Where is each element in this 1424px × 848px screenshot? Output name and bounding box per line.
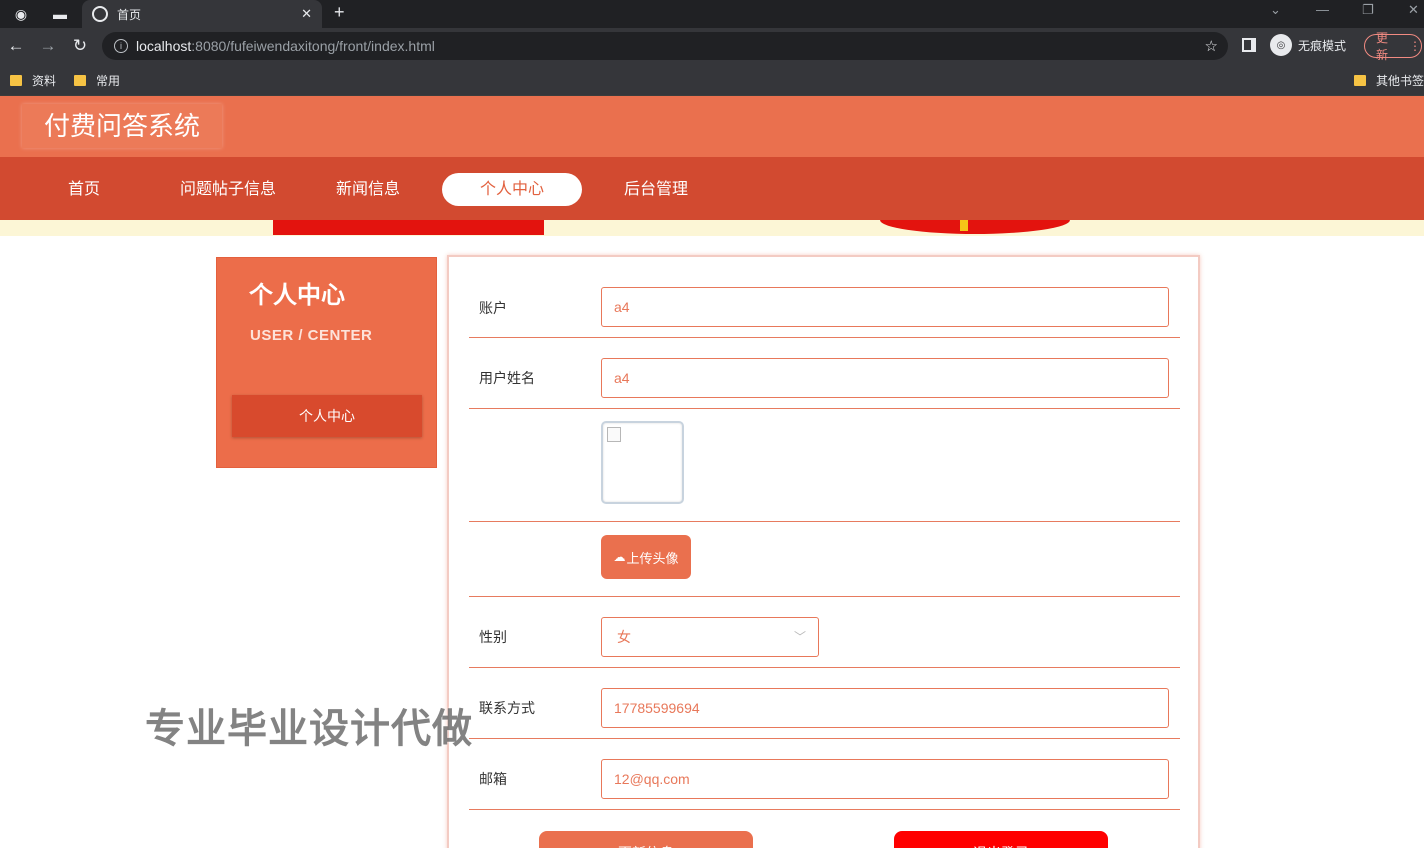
- new-tab-icon[interactable]: +: [334, 2, 345, 23]
- avatar: [601, 421, 684, 504]
- nav-item-news[interactable]: 新闻信息: [318, 173, 418, 206]
- update-button[interactable]: 更新 ⋮: [1364, 31, 1422, 62]
- nav-item-admin[interactable]: 后台管理: [606, 173, 706, 206]
- chevron-down-icon[interactable]: ⌄: [1270, 2, 1281, 18]
- reload-icon[interactable]: ↻: [70, 36, 90, 56]
- back-icon[interactable]: ←: [6, 36, 26, 56]
- sidebar-subtitle: USER / CENTER: [250, 327, 373, 344]
- watermark: 专业毕业设计代做: [145, 707, 473, 751]
- email-input[interactable]: 12@qq.com: [601, 759, 1169, 799]
- star-icon[interactable]: ☆: [1205, 37, 1218, 55]
- restore-icon[interactable]: ❐: [1362, 2, 1374, 18]
- bookmark-folder[interactable]: 常用: [74, 72, 120, 89]
- side-panel-icon[interactable]: [1242, 38, 1256, 52]
- email-label: 邮箱: [479, 771, 507, 787]
- banner-image: [0, 220, 1424, 236]
- address-bar[interactable]: i localhost :8080/fufeiwendaxitong/front…: [102, 32, 1228, 60]
- upload-avatar-button[interactable]: ☁ 上传头像: [601, 535, 691, 579]
- user-center-sidebar: 个人中心 USER / CENTER 个人中心: [216, 257, 437, 468]
- sidebar-title: 个人中心: [249, 282, 345, 309]
- name-input[interactable]: a4: [601, 358, 1169, 398]
- nav-item-user-center[interactable]: 个人中心: [442, 173, 582, 206]
- tab-search-icon[interactable]: ▬: [50, 4, 70, 24]
- incognito-label: 无痕模式: [1298, 38, 1347, 53]
- phone-label: 联系方式: [479, 700, 535, 716]
- folder-icon: [1354, 75, 1366, 86]
- bookmark-folder[interactable]: 资料: [10, 72, 56, 89]
- incognito-icon: ◎: [1270, 34, 1292, 56]
- close-icon[interactable]: ✕: [301, 6, 312, 22]
- form-row-name: 用户姓名 a4: [469, 338, 1180, 409]
- form-row-email: 邮箱 12@qq.com: [469, 739, 1180, 810]
- logout-button[interactable]: 退出登录: [894, 831, 1108, 848]
- banner-image: [960, 220, 968, 231]
- name-label: 用户姓名: [479, 370, 535, 386]
- phone-input[interactable]: 17785599694: [601, 688, 1169, 728]
- profile-form: 账户 a4 用户姓名 a4 ☁ 上传头像 性别 女 ﹀ 联系方式 1778559…: [447, 255, 1200, 848]
- form-row-gender: 性别 女 ﹀: [469, 597, 1180, 668]
- update-label: 更新: [1376, 31, 1389, 62]
- page-content: 付费问答系统 首页 问题帖子信息 新闻信息 个人中心 后台管理 个人中心 USE…: [0, 96, 1424, 848]
- nav-item-home[interactable]: 首页: [44, 173, 124, 206]
- browser-tab[interactable]: 首页 ✕: [82, 0, 322, 28]
- tab-title: 首页: [117, 7, 142, 22]
- banner-image: [273, 220, 544, 235]
- url-host: localhost: [136, 38, 192, 54]
- bookmarks-bar: 资料 常用 其他书签: [0, 64, 1424, 96]
- bookmark-label: 其他书签: [1376, 74, 1424, 88]
- gender-label: 性别: [479, 629, 507, 645]
- form-row-account: 账户 a4: [469, 257, 1180, 338]
- upload-label: 上传头像: [626, 550, 679, 566]
- bookmark-label: 常用: [96, 74, 121, 88]
- form-row-upload: ☁ 上传头像: [469, 522, 1180, 597]
- minimize-icon[interactable]: —: [1316, 2, 1329, 17]
- url-path: :8080/fufeiwendaxitong/front/index.html: [191, 38, 435, 54]
- broken-image-icon: [607, 427, 621, 442]
- site-header: 付费问答系统: [0, 96, 1424, 157]
- update-info-button[interactable]: 更新信息: [539, 831, 753, 848]
- globe-icon: [92, 6, 108, 22]
- account-label: 账户: [479, 300, 507, 316]
- gender-value: 女: [617, 629, 631, 645]
- browser-menu-icon[interactable]: ◉: [11, 4, 31, 24]
- window-close-icon[interactable]: ✕: [1408, 2, 1419, 18]
- gender-select[interactable]: 女 ﹀: [601, 617, 819, 657]
- nav-item-questions[interactable]: 问题帖子信息: [164, 173, 292, 206]
- form-row-avatar: [469, 409, 1180, 522]
- folder-icon: [10, 75, 22, 86]
- bookmark-label: 资料: [32, 74, 57, 88]
- browser-tab-bar: ◉ ▬ 首页 ✕ + ⌄ — ❐ ✕: [0, 0, 1424, 28]
- sidebar-item-user-center[interactable]: 个人中心: [232, 395, 422, 437]
- forward-icon[interactable]: →: [38, 36, 58, 56]
- menu-icon: ⋮: [1409, 39, 1421, 53]
- incognito-indicator[interactable]: ◎ 无痕模式: [1270, 34, 1346, 56]
- browser-toolbar: ← → ↻ i localhost :8080/fufeiwendaxitong…: [0, 28, 1424, 64]
- account-input[interactable]: a4: [601, 287, 1169, 327]
- main-nav: 首页 问题帖子信息 新闻信息 个人中心 后台管理: [0, 157, 1424, 220]
- info-icon[interactable]: i: [114, 39, 128, 53]
- form-row-phone: 联系方式 17785599694: [469, 668, 1180, 739]
- site-title: 付费问答系统: [22, 104, 223, 148]
- chevron-down-icon: ﹀: [793, 630, 806, 644]
- cloud-upload-icon: ☁: [613, 550, 626, 564]
- folder-icon: [74, 75, 86, 86]
- other-bookmarks[interactable]: 其他书签: [1354, 72, 1424, 89]
